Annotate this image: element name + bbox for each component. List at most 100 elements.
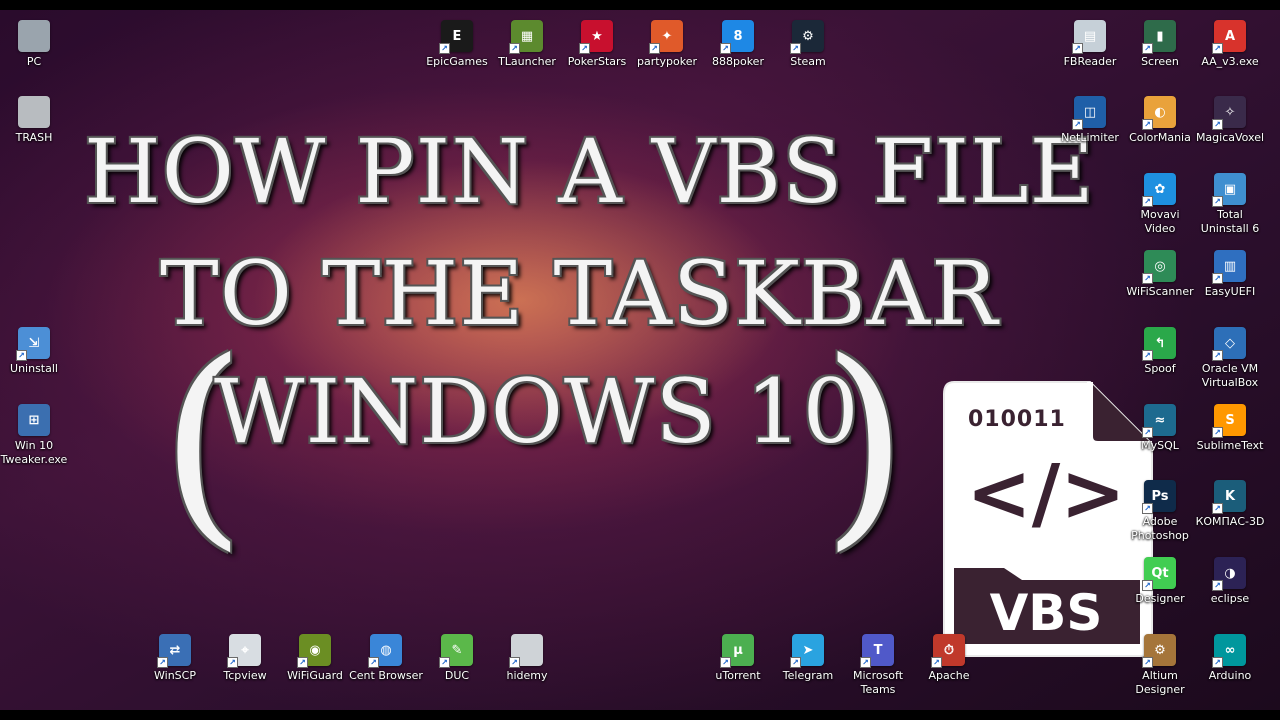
desktop-icon-photoshop[interactable]: Ps ↗ Adobe Photoshop [1121, 480, 1199, 543]
desktop-icon-netlimiter[interactable]: ◫ ↗ NetLimiter [1051, 96, 1129, 145]
kompas-3d-icon: K ↗ [1212, 480, 1246, 514]
desktop-icon-label: Cent Browser [349, 669, 423, 682]
shortcut-arrow-icon: ↗ [368, 657, 379, 668]
desktop-icon-arduino[interactable]: ∞ ↗ Arduino [1191, 634, 1269, 683]
shortcut-arrow-icon: ↗ [1212, 350, 1223, 361]
movavi-icon: ✿ ↗ [1142, 173, 1176, 207]
desktop-icon-centbrowser[interactable]: ◍ ↗ Cent Browser [347, 634, 425, 683]
desktop-icon-label: hidemy [506, 669, 548, 682]
desktop: HOW PIN A VBS FILE TO THE TASKBAR ( WIND… [0, 10, 1280, 710]
monitor-icon [18, 20, 50, 52]
shortcut-arrow-icon: ↗ [509, 43, 520, 54]
shortcut-arrow-icon: ↗ [1212, 43, 1223, 54]
epic-games-icon: E ↗ [439, 20, 473, 54]
shortcut-arrow-icon: ↗ [16, 350, 27, 361]
desktop-icon-kompas[interactable]: K ↗ КОМПАС-3D [1191, 480, 1269, 529]
title-line-2: TO THE TASKBAR [160, 242, 999, 345]
desktop-icon-pc[interactable]: PC [0, 20, 73, 69]
desktop-icon-label: Steam [790, 55, 826, 68]
shortcut-arrow-icon: ↗ [439, 43, 450, 54]
desktop-icon-teams[interactable]: T ↗ Microsoft Teams [839, 634, 917, 697]
desktop-icon-qtdesigner[interactable]: Qt ↗ Designer [1121, 557, 1199, 606]
shortcut-arrow-icon: ↗ [579, 43, 590, 54]
desktop-icon-tlauncher[interactable]: ▦ ↗ TLauncher [488, 20, 566, 69]
desktop-icon-wifiscanner[interactable]: ◎ ↗ WiFiScanner [1121, 250, 1199, 299]
windows-logo-icon: ⊞ [18, 404, 50, 436]
cent-browser-icon: ◍ ↗ [368, 634, 402, 668]
desktop-icon-uninstall[interactable]: ⇲ ↗ Uninstall [0, 327, 73, 376]
desktop-icon-pokerstars[interactable]: ★ ↗ PokerStars [558, 20, 636, 69]
shortcut-arrow-icon: ↗ [1142, 580, 1153, 591]
partypoker-icon: ✦ ↗ [649, 20, 683, 54]
desktop-icon-altium[interactable]: ⚙ ↗ Altium Designer [1121, 634, 1199, 697]
desktop-icon-label: 888poker [712, 55, 764, 68]
desktop-icon-easyuefi[interactable]: ▥ ↗ EasyUEFI [1191, 250, 1269, 299]
desktop-icon-sublime[interactable]: S ↗ SublimeText [1191, 404, 1269, 453]
winscp-icon: ⇄ ↗ [157, 634, 191, 668]
desktop-icon-totaluninstall[interactable]: ▣ ↗ Total Uninstall 6 [1191, 173, 1269, 236]
spoof-arrow-icon: ↰ ↗ [1142, 327, 1176, 361]
desktop-icon-telegram[interactable]: ➤ ↗ Telegram [769, 634, 847, 683]
desktop-icon-label: uTorrent [715, 669, 761, 682]
shortcut-arrow-icon: ↗ [1142, 427, 1153, 438]
magicavoxel-icon: ✧ ↗ [1212, 96, 1246, 130]
shortcut-arrow-icon: ↗ [649, 43, 660, 54]
telegram-icon: ➤ ↗ [790, 634, 824, 668]
desktop-icon-colormania[interactable]: ◐ ↗ ColorMania [1121, 96, 1199, 145]
desktop-icon-virtualbox[interactable]: ◇ ↗ Oracle VM VirtualBox [1191, 327, 1269, 390]
desktop-icon-fbreader[interactable]: ▤ ↗ FBReader [1051, 20, 1129, 69]
desktop-icon-label: MySQL [1141, 439, 1179, 452]
desktop-icon-label: NetLimiter [1061, 131, 1119, 144]
total-uninstall-icon: ▣ ↗ [1212, 173, 1246, 207]
apache-feather-icon: ⏱ ↗ [931, 634, 965, 668]
steam-icon: ⚙ ↗ [790, 20, 824, 54]
photoshop-icon: Ps ↗ [1142, 480, 1176, 514]
shortcut-arrow-icon: ↗ [860, 657, 871, 668]
desktop-icon-label: Uninstall [10, 362, 58, 375]
desktop-icon-label: Spoof [1144, 362, 1176, 375]
desktop-icon-tcpview[interactable]: ⌖ ↗ Tcpview [206, 634, 284, 683]
file-icon: ↗ [509, 634, 543, 668]
desktop-icon-duc[interactable]: ✎ ↗ DUC [418, 634, 496, 683]
desktop-icon-wifiguard[interactable]: ◉ ↗ WiFiGuard [276, 634, 354, 683]
screen-icon: ▮ ↗ [1142, 20, 1176, 54]
pokerstars-icon: ★ ↗ [579, 20, 613, 54]
desktop-icon-label: Telegram [782, 669, 834, 682]
desktop-icon-win10tweaker[interactable]: ⊞ Win 10 Tweaker.exe [0, 404, 73, 467]
shortcut-arrow-icon: ↗ [1142, 350, 1153, 361]
desktop-icon-label: Arduino [1208, 669, 1252, 682]
desktop-icon-label: SublimeText [1196, 439, 1264, 452]
desktop-icon-hidemy[interactable]: ↗ hidemy [488, 634, 566, 683]
desktop-icon-label: EasyUEFI [1204, 285, 1256, 298]
shortcut-arrow-icon: ↗ [1212, 580, 1223, 591]
desktop-icon-utorrent[interactable]: µ ↗ uTorrent [699, 634, 777, 683]
desktop-icon-label: ColorMania [1129, 131, 1191, 144]
title-line-1: HOW PIN A VBS FILE [84, 120, 1095, 223]
desktop-icon-eclipse[interactable]: ◑ ↗ eclipse [1191, 557, 1269, 606]
desktop-icon-label: Win 10 Tweaker.exe [0, 439, 68, 466]
desktop-icon-trash[interactable]: TRASH [0, 96, 73, 145]
desktop-icon-partypoker[interactable]: ✦ ↗ partypoker [628, 20, 706, 69]
minecraft-block-icon: ▦ ↗ [509, 20, 543, 54]
altium-icon: ⚙ ↗ [1142, 634, 1176, 668]
desktop-icon-apache[interactable]: ⏱ ↗ Apache [910, 634, 988, 683]
vbs-ext-text: VBS [990, 584, 1103, 642]
desktop-icon-screen[interactable]: ▮ ↗ Screen [1121, 20, 1199, 69]
desktop-icon-steam[interactable]: ⚙ ↗ Steam [769, 20, 847, 69]
fbreader-icon: ▤ ↗ [1072, 20, 1106, 54]
desktop-icon-movavi[interactable]: ✿ ↗ Movavi Video [1121, 173, 1199, 236]
desktop-icon-epic[interactable]: E ↗ EpicGames [418, 20, 496, 69]
shortcut-arrow-icon: ↗ [1142, 503, 1153, 514]
desktop-icon-888poker[interactable]: 8 ↗ 888poker [699, 20, 777, 69]
color-wheel-icon: ◐ ↗ [1142, 96, 1176, 130]
desktop-icon-label: Microsoft Teams [852, 669, 904, 696]
shortcut-arrow-icon: ↗ [227, 657, 238, 668]
vbs-code-symbol: </> [966, 449, 1125, 539]
desktop-icon-winscp[interactable]: ⇄ ↗ WinSCP [136, 634, 214, 683]
desktop-icon-spoof[interactable]: ↰ ↗ Spoof [1121, 327, 1199, 376]
desktop-icon-aa[interactable]: A ↗ AA_v3.exe [1191, 20, 1269, 69]
desktop-icon-label: TRASH [15, 131, 53, 144]
desktop-icon-mysql[interactable]: ≈ ↗ MySQL [1121, 404, 1199, 453]
desktop-icon-magicavoxel[interactable]: ✧ ↗ MagicaVoxel [1191, 96, 1269, 145]
desktop-icon-label: Oracle VM VirtualBox [1201, 362, 1259, 389]
